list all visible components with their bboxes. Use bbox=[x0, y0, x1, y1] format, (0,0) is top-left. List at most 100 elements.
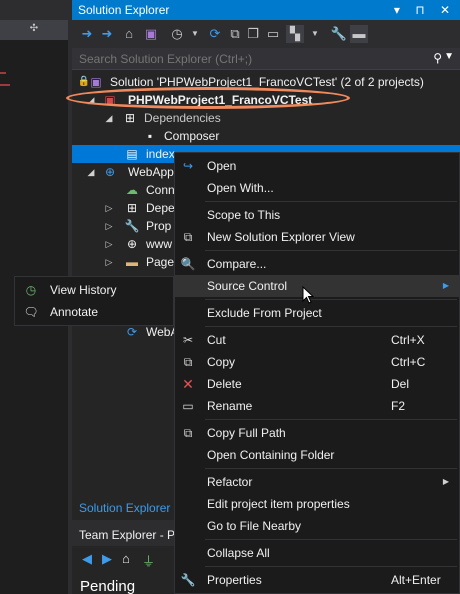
search-icon[interactable]: ⚲ bbox=[433, 51, 442, 65]
menu-item-compare[interactable]: 🔍 Compare... bbox=[175, 253, 459, 275]
tab-solution-explorer[interactable]: Solution Explorer bbox=[72, 498, 176, 518]
collapsed-arrow-icon[interactable]: ▷ bbox=[104, 253, 114, 271]
copy-path-icon: ⧉ bbox=[183, 426, 193, 440]
menu-item-label: Exclude From Project bbox=[207, 306, 322, 320]
package-icon: ▪ bbox=[147, 129, 153, 143]
annotate-icon: 🗨 bbox=[23, 305, 39, 319]
tree-item-dependencies[interactable]: ◢ ⊞ Dependencies bbox=[72, 109, 460, 127]
preview-icon[interactable]: ▭ bbox=[264, 25, 282, 43]
chevron-down-icon[interactable]: ▼ bbox=[306, 25, 324, 43]
collapsed-arrow-icon[interactable]: ▷ bbox=[104, 235, 114, 253]
panel-title: Solution Explorer bbox=[78, 3, 170, 17]
rename-icon: ▭ bbox=[182, 399, 194, 413]
collapse-all-icon[interactable]: ⧉ bbox=[226, 25, 244, 43]
home-icon[interactable]: ⌂ bbox=[122, 551, 130, 566]
back-icon[interactable]: ◀ bbox=[82, 551, 92, 567]
menu-item-label: Delete bbox=[207, 377, 242, 391]
highlight-oval bbox=[66, 87, 350, 109]
collapsed-arrow-icon[interactable]: ▷ bbox=[104, 199, 114, 217]
panel-window-controls[interactable]: ▾ ⊓ ✕ bbox=[394, 0, 456, 20]
search-input[interactable] bbox=[72, 48, 402, 70]
connect-icon[interactable]: ⏚ bbox=[142, 551, 155, 570]
show-all-files-icon[interactable]: ❐ bbox=[244, 25, 262, 43]
dependencies-icon: ⊞ bbox=[124, 111, 136, 125]
history-icon: ◷ bbox=[25, 283, 37, 297]
wrench-icon[interactable]: 🔧 bbox=[330, 25, 348, 43]
menu-item-refactor[interactable]: Refactor ▶ bbox=[175, 471, 459, 493]
pending-changes-heading: Pending Chang bbox=[80, 578, 136, 594]
tree-item-label: Dependencies bbox=[144, 111, 221, 125]
tree-item-label: Prop bbox=[146, 219, 172, 233]
open-icon: ↪ bbox=[182, 159, 194, 173]
menu-item-label: Refactor bbox=[207, 475, 253, 489]
menu-separator bbox=[205, 326, 457, 327]
submenu-arrow-icon: ▶ bbox=[442, 281, 449, 290]
shortcut-label: Ctrl+X bbox=[391, 333, 425, 347]
menu-separator bbox=[205, 201, 457, 202]
editor-marker bbox=[0, 84, 10, 86]
menu-separator bbox=[205, 299, 457, 300]
menu-item-open-with[interactable]: Open With... bbox=[175, 177, 459, 199]
search-options-icon[interactable]: ▼ bbox=[444, 51, 454, 62]
forward-icon[interactable]: ➜ bbox=[98, 25, 116, 43]
menu-item-open-containing-folder[interactable]: Open Containing Folder bbox=[175, 444, 459, 466]
menu-item-label: Compare... bbox=[207, 257, 267, 271]
menu-item-rename[interactable]: ▭ Rename F2 bbox=[175, 395, 459, 417]
team-explorer-panel: Team Explorer - P ◀ ▶ ⌂ ⏚ Pending Chang bbox=[72, 524, 176, 594]
menu-item-delete[interactable]: ✕ Delete Del bbox=[175, 373, 459, 395]
tree-item-label: Composer bbox=[164, 129, 220, 143]
globe-icon: ⊕ bbox=[126, 237, 138, 251]
shortcut-label: F2 bbox=[391, 399, 406, 413]
menu-item-label: Annotate bbox=[50, 305, 99, 319]
panel-title-bar: Solution Explorer ▾ ⊓ ✕ bbox=[72, 0, 460, 20]
search-bar: ⚲ ▼ bbox=[72, 48, 460, 70]
folder-icon: ▬ bbox=[126, 255, 138, 269]
shortcut-label: Alt+Enter bbox=[391, 573, 441, 587]
menu-item-source-control[interactable]: Source Control ▶ bbox=[175, 275, 459, 297]
panel-toolbar: ➜ ➜ ⌂ ▣ ◷ ▼ ⟳ ⧉ ❐ ▭ ▚ ▼ 🔧 ▬ bbox=[72, 20, 460, 48]
menu-item-open[interactable]: ↪ Open bbox=[175, 155, 459, 177]
view-toggle-icon[interactable]: ▚ bbox=[286, 25, 304, 43]
pending-changes-filter-icon[interactable]: ◷ bbox=[168, 25, 186, 43]
forward-icon[interactable]: ▶ bbox=[102, 551, 112, 567]
tree-item-composer[interactable]: ▪ Composer bbox=[72, 127, 460, 145]
menu-item-edit-properties[interactable]: Edit project item properties bbox=[175, 493, 459, 515]
new-view-icon: ⧉ bbox=[183, 230, 193, 244]
back-icon[interactable]: ➜ bbox=[78, 25, 96, 43]
editor-split-handle[interactable]: ✣ bbox=[0, 20, 68, 40]
menu-item-label: Open Containing Folder bbox=[207, 448, 335, 462]
collapsed-arrow-icon[interactable]: ▷ bbox=[104, 217, 114, 235]
menu-separator bbox=[205, 468, 457, 469]
menu-item-collapse-all[interactable]: Collapse All bbox=[175, 542, 459, 564]
tree-item-label: Page bbox=[146, 255, 175, 269]
mouse-cursor-icon bbox=[302, 286, 314, 304]
menu-item-properties[interactable]: 🔧 Properties Alt+Enter bbox=[175, 569, 459, 591]
menu-separator bbox=[205, 539, 457, 540]
connected-services-icon: ☁ bbox=[126, 183, 138, 197]
menu-item-label: Rename bbox=[207, 399, 253, 413]
menu-item-annotate[interactable]: 🗨 Annotate bbox=[15, 301, 173, 323]
tree-item-label: Depe bbox=[146, 201, 175, 215]
menu-item-exclude-from-project[interactable]: Exclude From Project bbox=[175, 302, 459, 324]
delete-icon: ✕ bbox=[182, 376, 194, 392]
menu-item-new-solution-explorer-view[interactable]: ⧉ New Solution Explorer View bbox=[175, 226, 459, 248]
menu-item-copy-full-path[interactable]: ⧉ Copy Full Path bbox=[175, 422, 459, 444]
pin-icon[interactable]: ▬ bbox=[350, 25, 368, 43]
menu-item-label: Copy bbox=[207, 355, 236, 369]
switch-views-icon[interactable]: ▣ bbox=[142, 25, 160, 43]
menu-item-scope-to-this[interactable]: Scope to This bbox=[175, 204, 459, 226]
solution-icon: ▣ bbox=[90, 75, 102, 89]
chevron-down-icon[interactable]: ▼ bbox=[186, 25, 204, 43]
menu-item-view-history[interactable]: ◷ View History bbox=[15, 279, 173, 301]
menu-item-label: View History bbox=[50, 283, 117, 297]
home-icon[interactable]: ⌂ bbox=[120, 25, 138, 43]
shortcut-label: Del bbox=[391, 377, 410, 391]
menu-item-copy[interactable]: ⧉ Copy Ctrl+C bbox=[175, 351, 459, 373]
menu-item-cut[interactable]: ✂ Cut Ctrl+X bbox=[175, 329, 459, 351]
menu-item-label: Edit project item properties bbox=[207, 497, 350, 511]
menu-item-go-to-file-nearby[interactable]: Go to File Nearby bbox=[175, 515, 459, 537]
sync-icon[interactable]: ⟳ bbox=[206, 25, 224, 43]
expanded-arrow-icon[interactable]: ◢ bbox=[104, 109, 114, 127]
expanded-arrow-icon[interactable]: ◢ bbox=[86, 163, 96, 181]
tree-item-label: www bbox=[146, 237, 172, 251]
